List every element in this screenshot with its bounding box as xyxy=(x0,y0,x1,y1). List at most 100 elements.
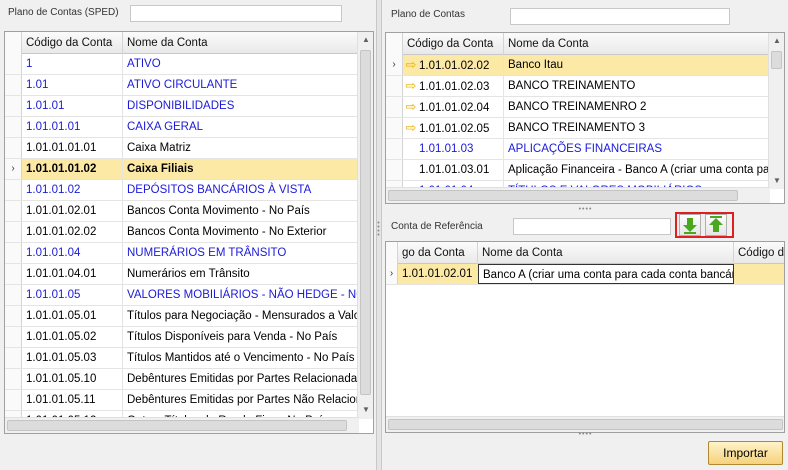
hscroll-thumb[interactable] xyxy=(388,419,783,430)
left-grid-header: Código da Conta Nome da Conta xyxy=(5,32,359,54)
table-row[interactable]: 1.01.01.05.02 Títulos Disponíveis para Ve… xyxy=(5,327,359,348)
account-code-text: 1.01.01.02.04 xyxy=(419,102,490,114)
account-code-cell: 1.01.01.01.02 xyxy=(22,159,123,179)
account-name-cell: NUMERÁRIOS EM TRÂNSITO xyxy=(123,243,359,263)
row-indicator xyxy=(386,97,403,117)
account-code-text: 1.01.01.02.02 xyxy=(419,60,490,72)
table-row[interactable]: › 1.01.01.01.02 Caixa Filiais xyxy=(5,159,359,180)
reference-horizontal-scrollbar[interactable] xyxy=(386,416,784,432)
arrow-right-icon: ⇨ xyxy=(405,99,417,114)
right-top-vertical-scrollbar[interactable]: ▲ ▼ xyxy=(768,33,784,189)
row-indicator xyxy=(5,390,22,410)
scroll-thumb[interactable] xyxy=(771,51,782,69)
right-col-code-header[interactable]: Código da Conta xyxy=(403,33,504,55)
account-code-cell: 1.01.01.02.01 xyxy=(22,201,123,221)
arrow-right-icon: ⇨ xyxy=(405,57,417,72)
scroll-down-icon[interactable]: ▼ xyxy=(358,402,373,418)
row-indicator xyxy=(5,243,22,263)
reference-search-input[interactable] xyxy=(513,218,671,235)
left-col-code-header[interactable]: Código da Conta xyxy=(22,32,123,54)
right-bottom-panel: Conta de Referência go da Conta Nome da … xyxy=(383,212,788,433)
table-row[interactable]: › ⇨ 1.01.01.02.02 Banco Itau xyxy=(386,55,770,76)
table-row[interactable]: 1.01.01.02 DEPÓSITOS BANCÁRIOS À VISTA xyxy=(5,180,359,201)
table-row[interactable]: 1.01.01 DISPONIBILIDADES xyxy=(5,96,359,117)
table-row[interactable]: 1.01.01.04 NUMERÁRIOS EM TRÂNSITO xyxy=(5,243,359,264)
row-indicator xyxy=(5,285,22,305)
account-code-text: 1.01.01.02.05 xyxy=(419,123,490,135)
table-row[interactable]: ⇨ 1.01.01.02.03 BANCO TREINAMENTO xyxy=(386,76,770,97)
table-row[interactable]: 1.01 ATIVO CIRCULANTE xyxy=(5,75,359,96)
account-code-cell: 1.01.01 xyxy=(22,96,123,116)
account-name-cell: BANCO TREINAMENTO 3 xyxy=(504,118,770,138)
reference-grid-header: go da Conta Nome da Conta Código da xyxy=(386,242,784,264)
arrow-right-icon: ⇨ xyxy=(405,78,417,93)
table-row[interactable]: 1.01.01.05.10 Debêntures Emitidas por Par… xyxy=(5,369,359,390)
table-row[interactable]: 1.01.01.02.01 Bancos Conta Movimento - No… xyxy=(5,201,359,222)
account-code-cell: ⇨ 1.01.01.02.05 xyxy=(403,118,504,138)
hscroll-thumb[interactable] xyxy=(388,190,738,201)
account-code-cell: 1.01.01.04.01 xyxy=(22,264,123,284)
left-search-input[interactable] xyxy=(130,5,342,22)
ref-col-name-header[interactable]: Nome da Conta xyxy=(478,242,734,264)
reference-extra-cell xyxy=(734,264,784,284)
table-row[interactable]: ⇨ 1.01.01.02.05 BANCO TREINAMENTO 3 xyxy=(386,118,770,139)
vertical-splitter[interactable]: • • • • xyxy=(376,0,382,470)
right-top-horizontal-scrollbar[interactable] xyxy=(386,187,770,203)
ref-col-extra-header[interactable]: Código da xyxy=(734,242,784,264)
left-horizontal-scrollbar[interactable] xyxy=(5,417,359,433)
scroll-down-icon[interactable]: ▼ xyxy=(769,173,784,189)
account-code-cell: 1.01.01.05 xyxy=(22,285,123,305)
scroll-thumb[interactable] xyxy=(360,50,371,395)
header-indicator xyxy=(386,33,403,55)
left-accounts-grid: Código da Conta Nome da Conta 1 ATIVO 1.01… xyxy=(4,31,374,434)
move-up-button[interactable] xyxy=(705,214,727,236)
table-row[interactable]: 1.01.01.03 APLICAÇÕES FINANCEIRAS xyxy=(386,139,770,160)
account-code-text: 1.01.01.02.03 xyxy=(419,81,490,93)
left-col-name-header[interactable]: Nome da Conta xyxy=(123,32,359,54)
account-code-cell: 1.01.01.05.11 xyxy=(22,390,123,410)
account-name-cell: Debêntures Emitidas por Partes Relaciona… xyxy=(123,369,359,389)
scroll-up-icon[interactable]: ▲ xyxy=(769,33,784,49)
table-row[interactable]: 1.01.01.01.01 Caixa Matriz xyxy=(5,138,359,159)
right-top-search-input[interactable] xyxy=(510,8,730,25)
row-indicator xyxy=(386,118,403,138)
table-row[interactable]: 1.01.01.05.11 Debêntures Emitidas por Par… xyxy=(5,390,359,411)
table-row[interactable]: 1.01.01.03.01 Aplicação Financeira - Banc… xyxy=(386,160,770,181)
account-code-cell: 1.01.01.01.01 xyxy=(22,138,123,158)
move-buttons-highlight xyxy=(675,212,734,238)
reference-name-cell: Banco A (criar uma conta para cada conta… xyxy=(478,264,734,284)
ref-col-code-header[interactable]: go da Conta xyxy=(398,242,478,264)
row-indicator xyxy=(5,369,22,389)
table-row[interactable]: › 1.01.01.02.01 Banco A (criar uma conta p… xyxy=(386,264,784,285)
scroll-up-icon[interactable]: ▲ xyxy=(358,32,373,48)
left-vertical-scrollbar[interactable]: ▲ ▼ xyxy=(357,32,373,419)
row-indicator xyxy=(5,327,22,347)
table-row[interactable]: 1.01.01.05.01 Títulos para Negociação - M… xyxy=(5,306,359,327)
table-row[interactable]: 1.01.01.04.01 Numerários em Trânsito xyxy=(5,264,359,285)
arrow-down-icon xyxy=(683,218,697,234)
footer-splitter[interactable]: •••• xyxy=(383,431,788,438)
row-indicator xyxy=(5,348,22,368)
right-col-name-header[interactable]: Nome da Conta xyxy=(504,33,770,55)
row-indicator xyxy=(386,76,403,96)
row-indicator xyxy=(5,138,22,158)
table-row[interactable]: ⇨ 1.01.01.02.04 BANCO TREINAMENRO 2 xyxy=(386,97,770,118)
import-button[interactable]: Importar xyxy=(708,441,783,465)
move-down-button[interactable] xyxy=(679,214,701,236)
right-top-panel: Plano de Contas Código da Conta Nome da … xyxy=(383,0,788,210)
account-name-cell: Títulos para Negociação - Mensurados a V… xyxy=(123,306,359,326)
table-row[interactable]: 1.01.01.01 CAIXA GERAL xyxy=(5,117,359,138)
arrow-up-icon xyxy=(709,216,723,232)
reference-code-cell: 1.01.01.02.01 xyxy=(398,264,478,284)
account-code-cell: ⇨ 1.01.01.02.04 xyxy=(403,97,504,117)
account-name-cell: Títulos Mantidos até o Vencimento - No P… xyxy=(123,348,359,368)
hscroll-thumb[interactable] xyxy=(7,420,347,431)
account-code-cell: 1.01.01.02 xyxy=(22,180,123,200)
table-row[interactable]: 1.01.01.05 VALORES MOBILIÁRIOS - NÃO HEDG… xyxy=(5,285,359,306)
table-row[interactable]: 1.01.01.02.02 Bancos Conta Movimento - No… xyxy=(5,222,359,243)
row-indicator xyxy=(386,160,403,180)
account-name-cell: BANCO TREINAMENTO xyxy=(504,76,770,96)
account-code-text: 1.01.01.03.01 xyxy=(419,164,490,176)
table-row[interactable]: 1.01.01.05.03 Títulos Mantidos até o Venc… xyxy=(5,348,359,369)
table-row[interactable]: 1 ATIVO xyxy=(5,54,359,75)
